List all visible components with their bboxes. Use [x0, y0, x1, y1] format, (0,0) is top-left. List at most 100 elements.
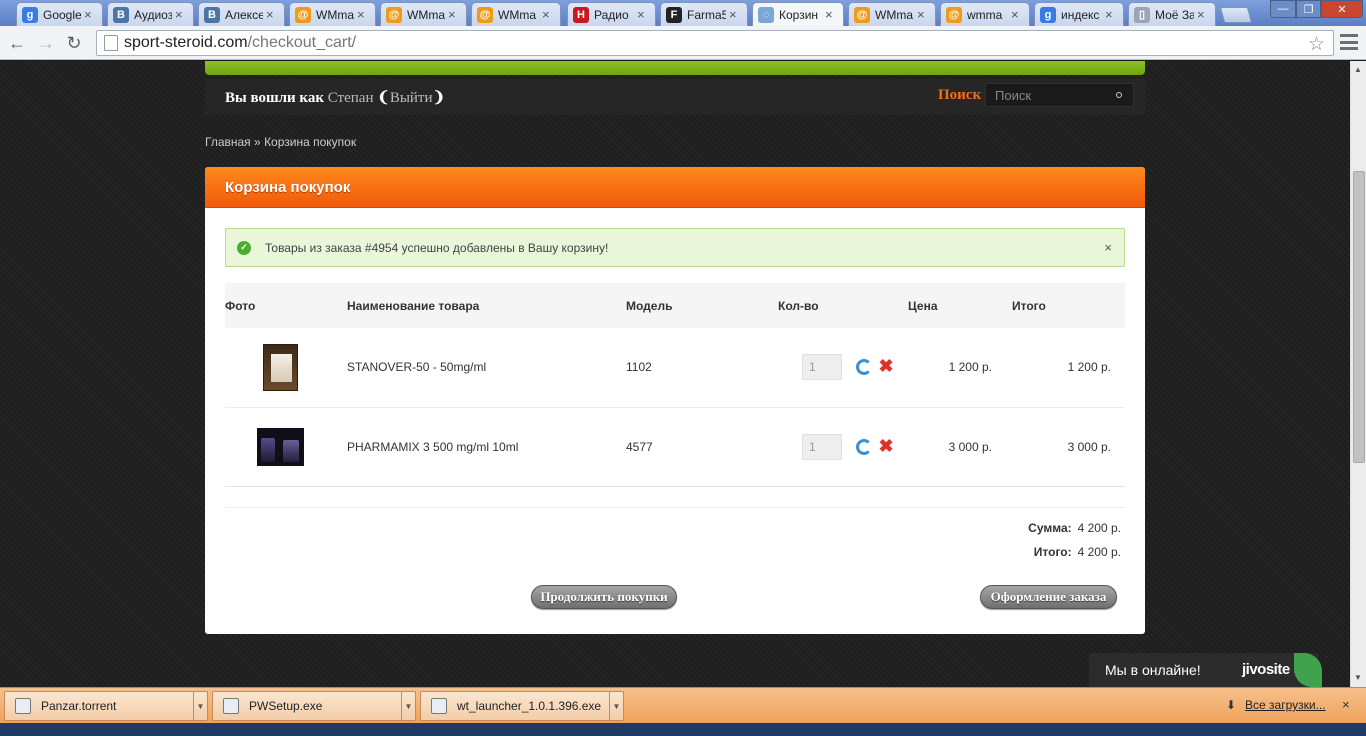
minimize-button[interactable]: —: [1270, 0, 1296, 18]
tab-close-icon[interactable]: ×: [266, 7, 278, 22]
tab-title: Моё За: [1155, 7, 1194, 22]
scrollbar[interactable]: ▲ ▼: [1350, 61, 1366, 687]
tab-close-icon[interactable]: ×: [1197, 7, 1209, 22]
product-thumbnail[interactable]: [262, 343, 298, 391]
tab-11[interactable]: @ wmma ×: [940, 2, 1030, 26]
wm-icon: @: [477, 6, 493, 23]
all-downloads-link[interactable]: Все загрузки...: [1245, 698, 1326, 712]
product-price: 3 000 р.: [908, 407, 1012, 487]
forward-arrow-icon[interactable]: →: [35, 32, 57, 54]
product-model: 4577: [626, 407, 778, 487]
download-item[interactable]: PWSetup.exe ▼: [212, 691, 416, 721]
logout-link[interactable]: Выйти: [390, 90, 433, 106]
loading-icon: ◌: [758, 6, 774, 23]
checkout-button[interactable]: Оформление заказа: [980, 585, 1117, 609]
col-name: Наименование товара: [335, 283, 626, 328]
close-icon[interactable]: ×: [1342, 697, 1350, 712]
username-link[interactable]: Степан: [328, 90, 374, 106]
product-qty-cell: ✖: [778, 328, 908, 408]
refresh-icon[interactable]: [856, 359, 872, 376]
tab-close-icon[interactable]: ×: [175, 7, 187, 22]
login-status: Вы вошли как Степан ❨Выйти❩: [225, 88, 445, 107]
download-item[interactable]: wt_launcher_1.0.1.396.exe ▼: [420, 691, 624, 721]
product-total: 1 200 р.: [1012, 328, 1125, 408]
page-icon: ▯: [1134, 6, 1150, 23]
close-window-button[interactable]: ✕: [1321, 0, 1363, 18]
tab-title: Радио: [594, 7, 629, 22]
tab-close-icon[interactable]: ×: [1011, 7, 1023, 22]
bookmark-star-icon[interactable]: ☆: [1308, 33, 1325, 56]
product-model: 1102: [626, 328, 778, 408]
search-icon[interactable]: [1116, 92, 1122, 98]
totals-divider: [225, 507, 1125, 508]
back-arrow-icon[interactable]: ←: [6, 32, 28, 54]
downloads-bar: Panzar.torrent ▼ PWSetup.exe ▼ wt_launch…: [0, 687, 1366, 723]
tab-4[interactable]: @ WMma ×: [289, 2, 376, 26]
wm-icon: @: [386, 6, 402, 23]
chat-widget[interactable]: Мы в онлайне! jivosite: [1089, 653, 1322, 687]
breadcrumb-current-link[interactable]: Корзина покупок: [264, 135, 356, 149]
tab-6[interactable]: @ WMma ×: [471, 2, 561, 26]
breadcrumb-home-link[interactable]: Главная: [205, 135, 251, 149]
tab-10[interactable]: @ WMma ×: [848, 2, 936, 26]
product-total: 3 000 р.: [1012, 407, 1125, 487]
tab-close-icon[interactable]: ×: [917, 7, 929, 22]
new-tab-button[interactable]: [1219, 7, 1253, 23]
tab-3[interactable]: B Алексе ×: [198, 2, 285, 26]
search-box: [985, 83, 1134, 107]
tab-close-icon[interactable]: ×: [84, 7, 96, 22]
search-label: Поиск: [938, 87, 982, 103]
exe-file-icon: [431, 698, 447, 714]
url-path: /checkout_cart/: [247, 34, 357, 51]
remove-icon[interactable]: ✖: [878, 357, 894, 375]
vk-icon: B: [113, 6, 129, 23]
wm-icon: @: [854, 6, 870, 23]
download-item[interactable]: Panzar.torrent ▼: [4, 691, 208, 721]
farma-icon: F: [666, 6, 682, 23]
product-thumbnail[interactable]: [256, 427, 304, 466]
search-input[interactable]: [995, 87, 1115, 103]
header-green-strip: [205, 61, 1145, 75]
jivosite-logo: jivosite: [1242, 661, 1290, 678]
tab-2[interactable]: B Аудиоз ×: [107, 2, 194, 26]
tab-close-icon[interactable]: ×: [637, 7, 649, 22]
download-filename: wt_launcher_1.0.1.396.exe: [457, 699, 602, 713]
quantity-input[interactable]: [802, 433, 842, 460]
exe-file-icon: [223, 698, 239, 714]
tab-1[interactable]: g Google ×: [16, 2, 103, 26]
tab-13[interactable]: ▯ Моё За ×: [1128, 2, 1216, 26]
reload-icon[interactable]: ↻: [63, 32, 85, 54]
tab-7[interactable]: H Радио ×: [567, 2, 656, 26]
chevron-down-icon[interactable]: ▼: [609, 692, 623, 720]
continue-shopping-button[interactable]: Продолжить покупки: [531, 585, 677, 609]
tab-8[interactable]: F Farma5 ×: [660, 2, 748, 26]
chevron-down-icon[interactable]: ▼: [193, 692, 207, 720]
refresh-icon[interactable]: [856, 438, 872, 455]
product-photo-cell: [225, 328, 335, 408]
breadcrumb: Главная » Корзина покупок: [205, 135, 356, 149]
menu-icon[interactable]: [1340, 34, 1358, 50]
tab-close-icon[interactable]: ×: [357, 7, 369, 22]
tab-close-icon[interactable]: ×: [729, 7, 741, 22]
remove-icon[interactable]: ✖: [878, 437, 894, 455]
scroll-up-arrow-icon[interactable]: ▲: [1354, 65, 1362, 74]
tab-9[interactable]: ◌ Корзин ×: [752, 2, 844, 26]
product-name-link[interactable]: PHARMAMIX 3 500 mg/ml 10ml: [335, 407, 626, 487]
restore-button[interactable]: ❐: [1296, 0, 1321, 18]
tab-5[interactable]: @ WMma ×: [380, 2, 467, 26]
tab-title: WMma: [407, 7, 445, 22]
scrollbar-thumb[interactable]: [1353, 171, 1365, 463]
product-name-link[interactable]: STANOVER-50 - 50mg/ml: [335, 328, 626, 408]
tab-close-icon[interactable]: ×: [1105, 7, 1117, 22]
alert-close-icon[interactable]: ×: [1104, 240, 1112, 255]
tab-close-icon[interactable]: ×: [542, 7, 554, 22]
subtotal-label: Сумма:: [1028, 521, 1072, 535]
address-bar[interactable]: sport-steroid.com/checkout_cart/ ☆: [96, 30, 1334, 56]
tab-close-icon[interactable]: ×: [825, 7, 837, 22]
quantity-input[interactable]: [802, 354, 842, 381]
tab-12[interactable]: g индекс ×: [1034, 2, 1124, 26]
tab-title: Алексе: [225, 7, 263, 22]
tab-close-icon[interactable]: ×: [448, 7, 460, 22]
scroll-down-arrow-icon[interactable]: ▼: [1354, 673, 1362, 682]
chevron-down-icon[interactable]: ▼: [401, 692, 415, 720]
